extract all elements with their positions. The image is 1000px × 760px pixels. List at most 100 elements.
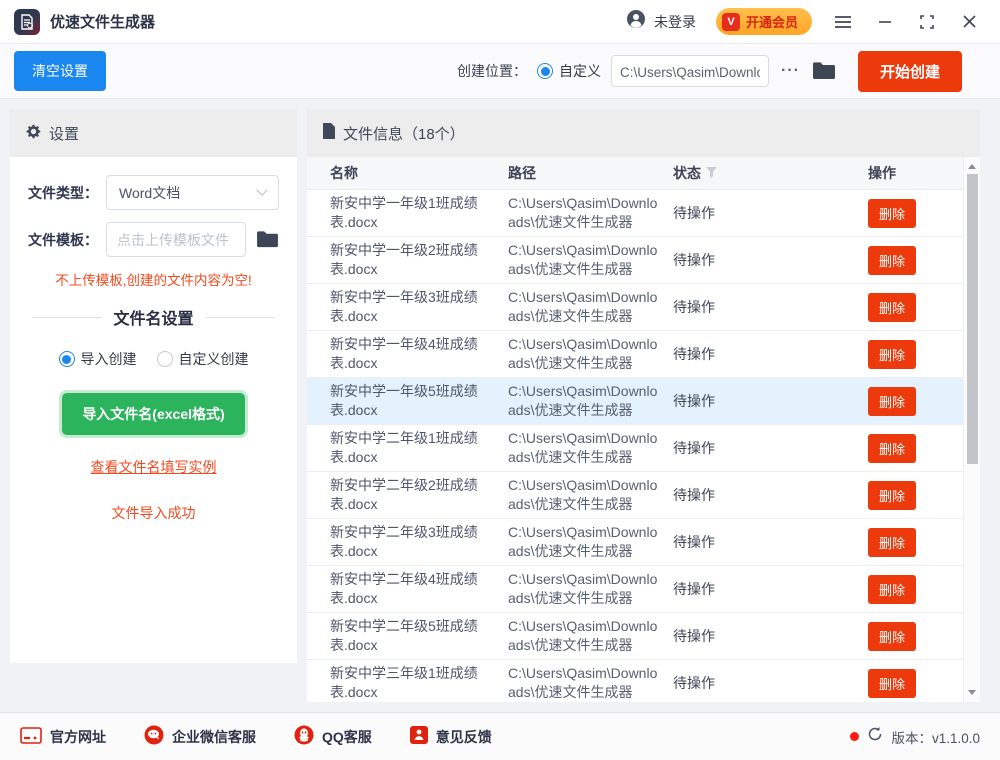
import-filenames-button[interactable]: 导入文件名(excel格式) — [62, 393, 245, 435]
delete-button[interactable]: 删除 — [868, 339, 917, 369]
delete-button[interactable]: 删除 — [868, 480, 917, 510]
table-row[interactable]: 新安中学一年级5班成绩表.docx C:\Users\Qasim\Downloa… — [307, 378, 963, 425]
delete-button[interactable]: 删除 — [868, 245, 917, 275]
table-scrollbar[interactable] — [963, 157, 980, 702]
table-row[interactable]: 新安中学一年级3班成绩表.docx C:\Users\Qasim\Downloa… — [307, 284, 963, 331]
file-name-cell: 新安中学二年级1班成绩表.docx — [330, 430, 478, 465]
minimize-icon[interactable] — [876, 13, 894, 31]
feedback-icon — [409, 726, 428, 747]
column-status-label: 状态 — [673, 165, 701, 181]
file-path-cell: C:\Users\Qasim\Downloads\优速文件生成器 — [508, 618, 658, 653]
import-create-radio[interactable]: 导入创建 — [58, 349, 137, 369]
table-row[interactable]: 新安中学一年级4班成绩表.docx C:\Users\Qasim\Downloa… — [307, 331, 963, 378]
custom-location-radio[interactable]: 自定义 — [537, 61, 601, 81]
qq-support-link[interactable]: QQ客服 — [294, 725, 372, 748]
table-row[interactable]: 新安中学二年级1班成绩表.docx C:\Users\Qasim\Downloa… — [307, 425, 963, 472]
file-path-cell: C:\Users\Qasim\Downloads\优速文件生成器 — [508, 477, 658, 512]
file-path-cell: C:\Users\Qasim\Downloads\优速文件生成器 — [508, 571, 658, 606]
delete-button[interactable]: 删除 — [868, 574, 917, 604]
filter-icon[interactable] — [706, 165, 717, 181]
file-status-cell: 待操作 — [673, 252, 715, 268]
table-row[interactable]: 新安中学二年级5班成绩表.docx C:\Users\Qasim\Downloa… — [307, 613, 963, 660]
file-name-cell: 新安中学一年级2班成绩表.docx — [330, 242, 478, 277]
filename-settings-title: 文件名设置 — [113, 311, 194, 328]
template-upload-input[interactable] — [106, 222, 246, 257]
template-folder-icon[interactable] — [256, 230, 279, 249]
open-vip-button[interactable]: V 开通会员 — [715, 8, 812, 35]
start-create-button[interactable]: 开始创建 — [857, 50, 962, 92]
app-logo-icon — [14, 8, 40, 35]
file-name-cell: 新安中学一年级3班成绩表.docx — [330, 289, 478, 324]
file-path-cell: C:\Users\Qasim\Downloads\优速文件生成器 — [508, 383, 658, 418]
import-create-label: 导入创建 — [80, 351, 137, 367]
file-status-cell: 待操作 — [673, 487, 715, 503]
custom-create-radio[interactable]: 自定义创建 — [156, 349, 249, 369]
custom-location-label: 自定义 — [559, 63, 601, 79]
feedback-link[interactable]: 意见反馈 — [409, 726, 492, 747]
window-controls — [834, 13, 978, 31]
file-status-cell: 待操作 — [673, 675, 715, 691]
template-warning-text: 不上传模板,创建的文件内容为空! — [55, 273, 252, 288]
scroll-down-icon[interactable] — [968, 690, 976, 695]
table-row[interactable]: 新安中学三年级1班成绩表.docx C:\Users\Qasim\Downloa… — [307, 660, 963, 702]
check-update-icon[interactable] — [867, 726, 883, 747]
clear-settings-button[interactable]: 清空设置 — [14, 51, 106, 91]
file-status-cell: 待操作 — [673, 581, 715, 597]
output-path-input[interactable] — [611, 55, 769, 87]
file-name-cell: 新安中学二年级5班成绩表.docx — [330, 618, 478, 653]
file-name-cell: 新安中学三年级1班成绩表.docx — [330, 665, 478, 700]
footer: 官方网址 企业微信客服 QQ客服 意见反馈 版本：v1.1.0.0 — [0, 712, 1000, 760]
content-area: 设置 文件类型： Word文档 文件模板： 不上传模板,创建的文件内容为空! — [0, 99, 1000, 712]
file-name-cell: 新安中学二年级3班成绩表.docx — [330, 524, 478, 559]
file-name-cell: 新安中学一年级5班成绩表.docx — [330, 383, 478, 418]
login-status[interactable]: 未登录 — [626, 9, 696, 34]
file-status-cell: 待操作 — [673, 393, 715, 409]
file-path-cell: C:\Users\Qasim\Downloads\优速文件生成器 — [508, 195, 658, 230]
version-label: 版本：v1.1.0.0 — [891, 730, 980, 746]
delete-button[interactable]: 删除 — [868, 621, 917, 651]
column-name: 名称 — [330, 165, 358, 181]
toolbar: 清空设置 创建位置： 自定义 ··· 开始创建 — [0, 44, 1000, 99]
website-icon — [20, 726, 42, 747]
delete-button[interactable]: 删除 — [868, 198, 917, 228]
scrollbar-thumb[interactable] — [966, 174, 978, 464]
settings-panel-header: 设置 — [10, 109, 297, 157]
file-table: 名称 路径 状态 操作 新安中学一年级1班成绩表.docx C:\Users\Q… — [307, 157, 963, 702]
table-header: 名称 路径 状态 操作 — [307, 157, 963, 190]
table-row[interactable]: 新安中学二年级4班成绩表.docx C:\Users\Qasim\Downloa… — [307, 566, 963, 613]
delete-button[interactable]: 删除 — [868, 527, 917, 557]
file-path-cell: C:\Users\Qasim\Downloads\优速文件生成器 — [508, 665, 658, 700]
table-row[interactable]: 新安中学一年级2班成绩表.docx C:\Users\Qasim\Downloa… — [307, 237, 963, 284]
filename-settings-heading: 文件名设置 — [32, 305, 276, 329]
browse-more-button[interactable]: ··· — [779, 62, 802, 80]
filename-example-link[interactable]: 查看文件名填写实例 — [28, 457, 279, 477]
table-row[interactable]: 新安中学二年级3班成绩表.docx C:\Users\Qasim\Downloa… — [307, 519, 963, 566]
create-location-label: 创建位置： — [457, 63, 527, 79]
template-label: 文件模板： — [28, 231, 98, 248]
open-folder-icon[interactable] — [812, 61, 836, 81]
file-name-cell: 新安中学一年级4班成绩表.docx — [330, 336, 478, 371]
close-icon[interactable] — [960, 13, 978, 31]
maximize-icon[interactable] — [918, 13, 936, 31]
scroll-up-icon[interactable] — [968, 164, 976, 169]
delete-button[interactable]: 删除 — [868, 433, 917, 463]
delete-button[interactable]: 删除 — [868, 292, 917, 322]
file-info-panel: 文件信息（18个） 名称 路径 状态 操作 新安中学一年级1班成绩表.docx — [307, 109, 980, 702]
official-website-link[interactable]: 官方网址 — [20, 726, 106, 747]
file-info-title: 文件信息（18个） — [343, 125, 465, 143]
file-type-label: 文件类型： — [28, 184, 98, 201]
delete-button[interactable]: 删除 — [868, 668, 917, 698]
column-status[interactable]: 状态 — [673, 163, 868, 183]
file-status-cell: 待操作 — [673, 440, 715, 456]
table-row[interactable]: 新安中学一年级1班成绩表.docx C:\Users\Qasim\Downloa… — [307, 190, 963, 237]
table-row[interactable]: 新安中学二年级2班成绩表.docx C:\Users\Qasim\Downloa… — [307, 472, 963, 519]
delete-button[interactable]: 删除 — [868, 386, 917, 416]
menu-icon[interactable] — [834, 13, 852, 31]
custom-create-label: 自定义创建 — [178, 351, 249, 367]
file-type-select[interactable]: Word文档 — [106, 175, 279, 210]
wechat-support-link[interactable]: 企业微信客服 — [144, 725, 256, 748]
file-name-cell: 新安中学一年级1班成绩表.docx — [330, 195, 478, 230]
titlebar: 优速文件生成器 未登录 V 开通会员 — [0, 0, 1000, 44]
wechat-icon — [144, 725, 164, 748]
login-status-label: 未登录 — [653, 13, 696, 30]
